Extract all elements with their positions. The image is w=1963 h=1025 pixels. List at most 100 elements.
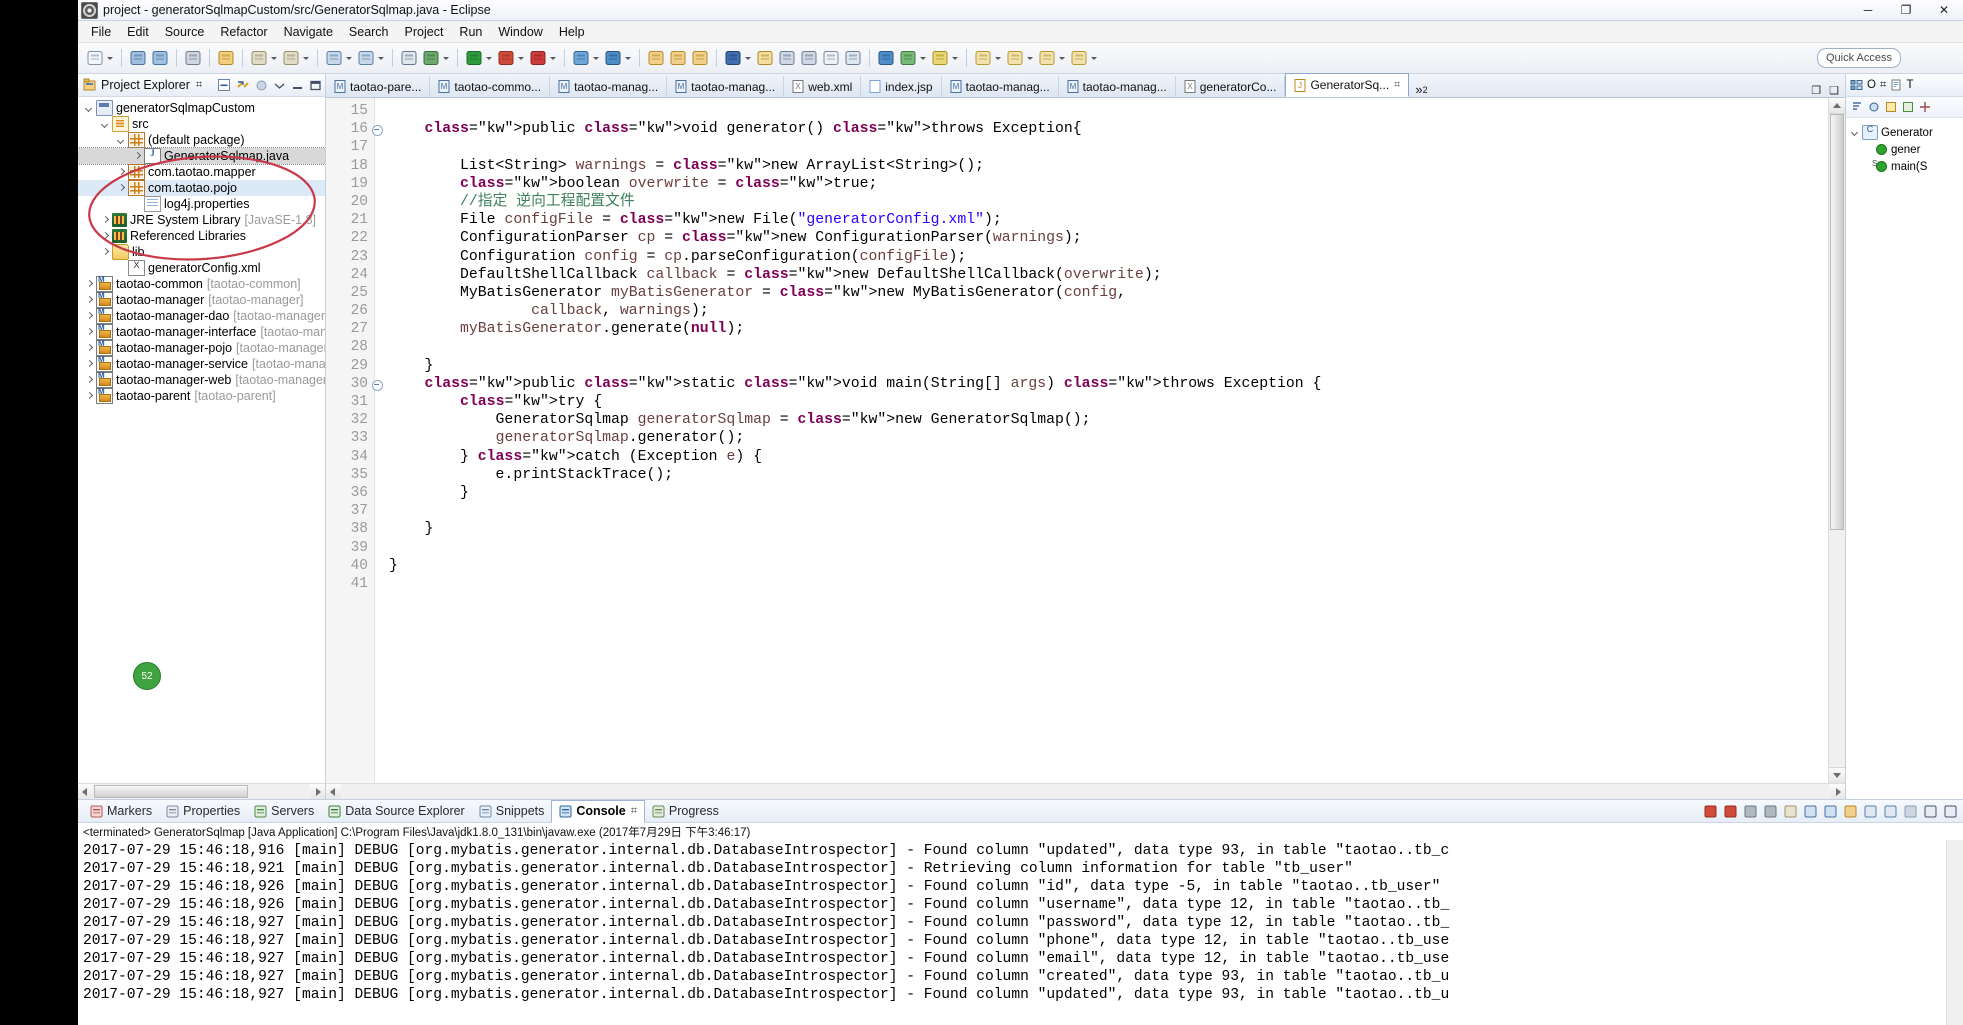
forward-icon[interactable] [356, 48, 376, 68]
tree-item[interactable]: taotao-manager-dao[taotao-manager/taota [78, 307, 325, 324]
menu-item-help[interactable]: Help [551, 23, 593, 41]
web-browser-icon[interactable] [876, 48, 896, 68]
bottom-tab-bar[interactable]: Markers Properties Servers Data Source Expl… [78, 799, 1963, 823]
new-jsp-icon[interactable] [973, 48, 993, 68]
next-annotation-icon[interactable] [723, 48, 743, 68]
sort-icon[interactable] [1850, 100, 1864, 114]
tree-item[interactable]: com.taotao.pojo [78, 180, 325, 196]
tree-item[interactable]: src [78, 116, 325, 132]
print-icon[interactable] [183, 48, 203, 68]
save-all-icon[interactable] [150, 48, 170, 68]
prev-edit-icon[interactable] [799, 48, 819, 68]
new-xml-icon[interactable] [1069, 48, 1089, 68]
open-perspective-icon[interactable] [571, 48, 591, 68]
console-output[interactable]: 2017-07-29 15:46:18,916 [main] DEBUG [or… [78, 840, 1946, 1025]
menu-item-navigate[interactable]: Navigate [276, 23, 341, 41]
editor-tab[interactable]: XgeneratorCo... [1175, 76, 1286, 97]
bottom-tab-snippets[interactable]: Snippets [472, 801, 552, 821]
hide-static-icon[interactable] [1884, 100, 1898, 114]
link-with-editor-icon[interactable] [236, 78, 250, 92]
build-icon[interactable] [216, 48, 236, 68]
tree-twisty-right-icon[interactable] [100, 215, 111, 226]
tree-item[interactable]: taotao-manager-service[taotao-manager/ta [78, 355, 325, 372]
java-perspective-dropdown-arrow[interactable] [624, 48, 632, 68]
menu-item-search[interactable]: Search [341, 23, 397, 41]
minimize-icon[interactable] [291, 79, 304, 92]
editor-horizontal-scrollbar[interactable] [326, 783, 1845, 799]
console-vertical-scrollbar[interactable] [1946, 840, 1963, 1025]
menu-item-window[interactable]: Window [490, 23, 550, 41]
tree-item[interactable]: taotao-manager-pojo[taotao-manager/taota [78, 339, 325, 356]
preview-dropdown-arrow[interactable] [919, 48, 927, 68]
clear-console-icon[interactable] [1782, 803, 1799, 820]
pin-console-icon[interactable] [1842, 803, 1859, 820]
validate-icon[interactable] [930, 48, 950, 68]
scroll-right-arrow[interactable] [310, 784, 325, 799]
new-jsp-dropdown-arrow[interactable] [994, 48, 1002, 68]
save-icon[interactable] [128, 48, 148, 68]
terminate-icon[interactable] [1702, 803, 1719, 820]
tree-twisty-down-icon[interactable] [100, 119, 111, 130]
tree-twisty-right-icon[interactable] [100, 231, 111, 242]
tree-twisty-right-icon[interactable] [132, 151, 143, 162]
outline-tree[interactable]: Generator gener Smain(S [1846, 118, 1963, 799]
tree-item[interactable]: generatorConfig.xml [78, 260, 325, 276]
tree-twisty-right-icon[interactable] [84, 391, 95, 402]
tree-twisty-right-icon[interactable] [116, 183, 127, 194]
tree-item[interactable]: JRE System Library [JavaSE-1.8] [78, 212, 325, 228]
redo-dropdown-arrow[interactable] [302, 48, 310, 68]
quick-access-input[interactable]: Quick Access [1816, 48, 1901, 68]
hide-nonpublic-icon[interactable] [1901, 100, 1915, 114]
bottom-tab-console[interactable]: Console ⌗ [551, 799, 645, 823]
search-icon[interactable] [399, 48, 419, 68]
last-edit-icon[interactable] [755, 48, 775, 68]
maximize-button[interactable]: ❐ [1887, 0, 1925, 20]
overflow-chevron[interactable]: » [1415, 82, 1422, 97]
tree-twisty-right-icon[interactable] [100, 247, 111, 258]
new-html-icon[interactable] [1005, 48, 1025, 68]
menu-item-project[interactable]: Project [397, 23, 452, 41]
editor-tab-overflow[interactable]: » 2 [1409, 82, 1433, 97]
tree-twisty-right-icon[interactable] [84, 375, 95, 386]
menu-item-refactor[interactable]: Refactor [212, 23, 275, 41]
bottom-tabs[interactable]: Markers Properties Servers Data Source Expl… [83, 799, 726, 823]
tree-item[interactable]: log4j.properties [78, 196, 325, 212]
outline-item[interactable]: gener [1846, 141, 1963, 158]
external-tools-icon[interactable] [528, 48, 548, 68]
word-wrap-icon[interactable] [1822, 803, 1839, 820]
project-explorer-toolbar[interactable] [217, 78, 322, 92]
new-css-icon[interactable] [1037, 48, 1057, 68]
java-perspective-icon[interactable] [603, 48, 623, 68]
run-dropdown-arrow[interactable] [485, 48, 493, 68]
scroll-thumb[interactable] [1830, 114, 1844, 530]
coverage-dropdown-arrow[interactable] [517, 48, 525, 68]
terminate-all-icon[interactable] [1722, 803, 1739, 820]
external-tools-dropdown-arrow[interactable] [549, 48, 557, 68]
project-explorer-close-icon[interactable]: ⌗ [196, 79, 202, 92]
tree-twisty-down-icon[interactable] [116, 135, 127, 146]
main-toolbar[interactable]: Quick Access [78, 43, 1963, 74]
validate-dropdown-arrow[interactable] [951, 48, 959, 68]
tree-twisty-right-icon[interactable] [84, 295, 95, 306]
tree-twisty-right-icon[interactable] [84, 279, 95, 290]
new-wizard-dropdown-arrow[interactable] [106, 48, 114, 68]
new-wizard-icon[interactable] [85, 48, 105, 68]
toggle-mark-icon[interactable] [843, 48, 863, 68]
display-console-icon[interactable] [1862, 803, 1879, 820]
open-type-icon[interactable] [646, 48, 666, 68]
tree-item[interactable]: taotao-manager-interface[taotao-manager/… [78, 323, 325, 340]
hide-fields-icon[interactable] [1867, 100, 1881, 114]
tree-twisty-right-icon[interactable] [84, 327, 95, 338]
menu-item-source[interactable]: Source [157, 23, 213, 41]
tree-item[interactable]: lib [78, 244, 325, 260]
next-annotation-dropdown-arrow[interactable] [744, 48, 752, 68]
tree-item[interactable]: generatorSqlmapCustom [78, 100, 325, 116]
back-dropdown-arrow[interactable] [345, 48, 353, 68]
menu-item-edit[interactable]: Edit [119, 23, 157, 41]
collapse-all-icon[interactable] [217, 78, 231, 92]
open-console-icon[interactable] [1882, 803, 1899, 820]
quick-access-area[interactable]: Quick Access [1816, 48, 1901, 68]
outline-toolbar[interactable] [1846, 97, 1963, 118]
editor-maximize-icon[interactable]: ❑ [1829, 84, 1839, 97]
scroll-up-arrow[interactable] [1829, 98, 1845, 114]
